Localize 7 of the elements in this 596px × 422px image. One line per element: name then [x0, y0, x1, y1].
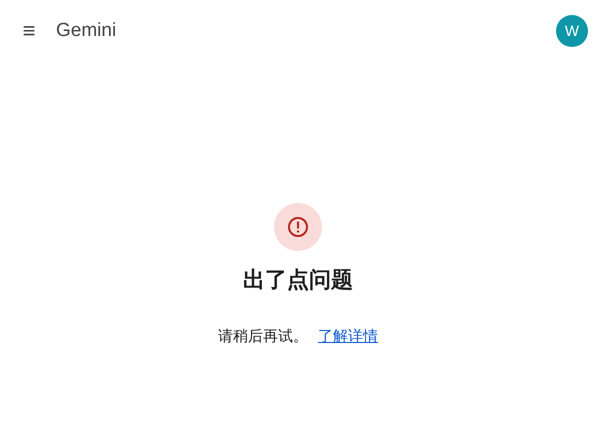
error-title: 出了点问题	[243, 267, 353, 295]
error-icon	[274, 203, 322, 251]
learn-more-link[interactable]: 了解详情	[318, 327, 378, 346]
app-title: Gemini	[56, 20, 116, 42]
error-message: 请稍后再试。	[218, 327, 308, 346]
menu-button[interactable]: ≡	[18, 20, 40, 42]
avatar-button[interactable]: W	[556, 15, 588, 47]
